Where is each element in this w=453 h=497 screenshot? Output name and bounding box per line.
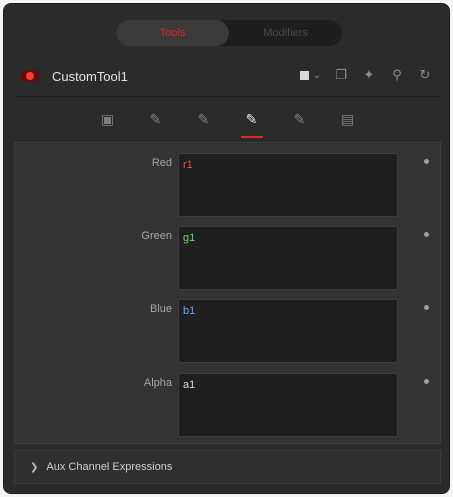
channel-expressions-panel: Red r1 Green g1 Blue b1 Alpha a1 [14,142,441,444]
pin-icon[interactable]: ✦ [361,67,377,83]
blue-expression-row: Blue b1 [15,295,440,363]
reset-icon[interactable]: ↻ [417,67,433,83]
alpha-expression-row: Alpha a1 [15,369,440,437]
red-animate-dot[interactable] [424,159,429,164]
color-swatch-icon [299,70,309,80]
copy-icon[interactable]: ❐ [333,67,349,83]
green-label: Green [141,230,172,242]
lock-icon[interactable]: ⚲ [389,67,405,83]
node-header: CustomTool1 ⌄ ❐ ✦ ⚲ ↻ [14,61,441,91]
alpha-label: Alpha [143,377,172,389]
controls-tab-icon[interactable]: ▣ [94,105,122,133]
edit-tab-icon[interactable]: ✎ [190,105,218,133]
alpha-expression-field[interactable]: a1 [178,373,398,437]
aux-channel-expressions-section[interactable]: ❯ Aux Channel Expressions [14,450,441,484]
header-divider [14,96,441,97]
tool-enable-toggle[interactable] [20,70,40,82]
blue-label: Blue [149,303,172,315]
tool-tabs: ▣ ✎ ✎ ✎ ✎ ▤ [14,98,441,140]
color-swatch-button[interactable]: ⌄ [299,69,321,81]
green-expression-row: Green g1 [15,222,440,290]
red-expression-row: Red r1 [15,149,440,217]
blue-expression-field[interactable]: b1 [178,299,398,363]
red-label: Red [151,157,172,169]
green-animate-dot[interactable] [424,232,429,237]
inspector-panel: Tools Modifiers CustomTool1 ⌄ ❐ ✦ ⚲ ↻ ▣ … [3,3,450,494]
chevron-right-icon: ❯ [30,461,39,473]
channels-tab-icon[interactable]: ✎ [238,105,266,138]
chevron-down-icon: ⌄ [312,69,321,81]
edit-tab-icon[interactable]: ✎ [142,105,170,133]
settings-tab-icon[interactable]: ▤ [334,105,362,133]
edit-tab-icon[interactable]: ✎ [286,105,314,133]
aux-section-label: Aux Channel Expressions [46,461,173,473]
inspector-tabs: Tools Modifiers [116,20,342,46]
green-expression-field[interactable]: g1 [178,226,398,290]
alpha-animate-dot[interactable] [424,379,429,384]
tool-name: CustomTool1 [52,68,128,84]
blue-animate-dot[interactable] [424,305,429,310]
red-expression-field[interactable]: r1 [178,153,398,217]
tab-modifiers[interactable]: Modifiers [229,20,342,46]
tab-tools[interactable]: Tools [116,20,229,46]
header-controls: ⌄ ❐ ✦ ⚲ ↻ [299,67,433,83]
